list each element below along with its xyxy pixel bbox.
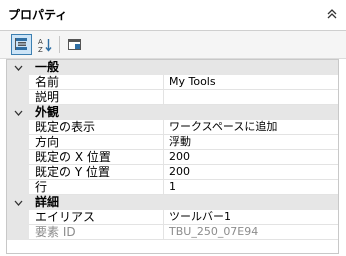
property-name: エイリアス — [29, 210, 164, 225]
property-row[interactable]: エイリアス ツールバー1 — [7, 210, 338, 225]
property-value[interactable]: 200 — [164, 150, 338, 165]
chevron-down-icon — [11, 105, 25, 120]
category-label: 外観 — [35, 105, 60, 119]
collapse-panel-button[interactable] — [324, 6, 340, 22]
property-name: 要素 ID — [29, 225, 164, 240]
property-name: 既定の表示 — [29, 120, 164, 135]
property-name: 説明 — [29, 90, 164, 105]
property-name: 既定の Y 位置 — [29, 165, 164, 180]
property-value[interactable]: ワークスペースに追加 — [164, 120, 338, 135]
property-pages-button[interactable] — [64, 34, 85, 55]
property-value[interactable]: My Tools — [164, 75, 338, 90]
property-row[interactable]: 既定の X 位置 200 — [7, 150, 338, 165]
row-gutter — [7, 75, 29, 90]
row-gutter — [7, 180, 29, 195]
category-details[interactable]: 詳細 — [7, 195, 338, 210]
svg-text:Z: Z — [38, 46, 43, 53]
alphabetical-sort-icon: A Z — [38, 38, 52, 53]
category-label: 詳細 — [35, 195, 60, 209]
row-gutter — [7, 135, 29, 150]
row-gutter — [7, 150, 29, 165]
properties-panel: プロパティ A Z 一般 名前 My Tools 説明 外観 既定の表示 ワーク… — [0, 0, 346, 256]
property-value[interactable] — [164, 90, 338, 105]
property-name: 名前 — [29, 75, 164, 90]
property-value: TBU_250_07E94 — [164, 225, 338, 240]
property-value[interactable]: 200 — [164, 165, 338, 180]
category-label: 一般 — [35, 60, 60, 74]
row-gutter — [7, 165, 29, 180]
categorized-view-icon — [15, 38, 27, 50]
property-row-readonly[interactable]: 要素 ID TBU_250_07E94 — [7, 225, 338, 240]
property-row[interactable]: 名前 My Tools — [7, 75, 338, 90]
svg-text:A: A — [38, 38, 43, 46]
property-row[interactable]: 既定の表示 ワークスペースに追加 — [7, 120, 338, 135]
property-value[interactable]: 浮動 — [164, 135, 338, 150]
toolbar-separator — [59, 36, 60, 53]
row-gutter — [7, 90, 29, 105]
property-pages-icon — [68, 39, 81, 50]
row-gutter — [7, 210, 29, 225]
panel-titlebar: プロパティ — [0, 0, 346, 31]
property-grid: 一般 名前 My Tools 説明 外観 既定の表示 ワークスペースに追加 方向 — [6, 59, 339, 254]
property-value[interactable]: 1 — [164, 180, 338, 195]
chevron-down-icon — [11, 60, 25, 75]
property-name: 方向 — [29, 135, 164, 150]
categorized-view-button[interactable] — [11, 34, 32, 55]
row-gutter — [7, 225, 29, 240]
property-row[interactable]: 方向 浮動 — [7, 135, 338, 150]
category-appearance[interactable]: 外観 — [7, 105, 338, 120]
property-name: 行 — [29, 180, 164, 195]
property-value[interactable]: ツールバー1 — [164, 210, 338, 225]
property-row[interactable]: 既定の Y 位置 200 — [7, 165, 338, 180]
alphabetical-sort-button[interactable]: A Z — [34, 34, 55, 55]
row-gutter — [7, 120, 29, 135]
property-toolbar: A Z — [0, 31, 346, 59]
property-row[interactable]: 行 1 — [7, 180, 338, 195]
category-general[interactable]: 一般 — [7, 60, 338, 75]
property-row[interactable]: 説明 — [7, 90, 338, 105]
chevron-down-icon — [11, 195, 25, 210]
double-chevron-up-icon — [327, 9, 337, 19]
panel-title: プロパティ — [8, 8, 68, 22]
property-name: 既定の X 位置 — [29, 150, 164, 165]
